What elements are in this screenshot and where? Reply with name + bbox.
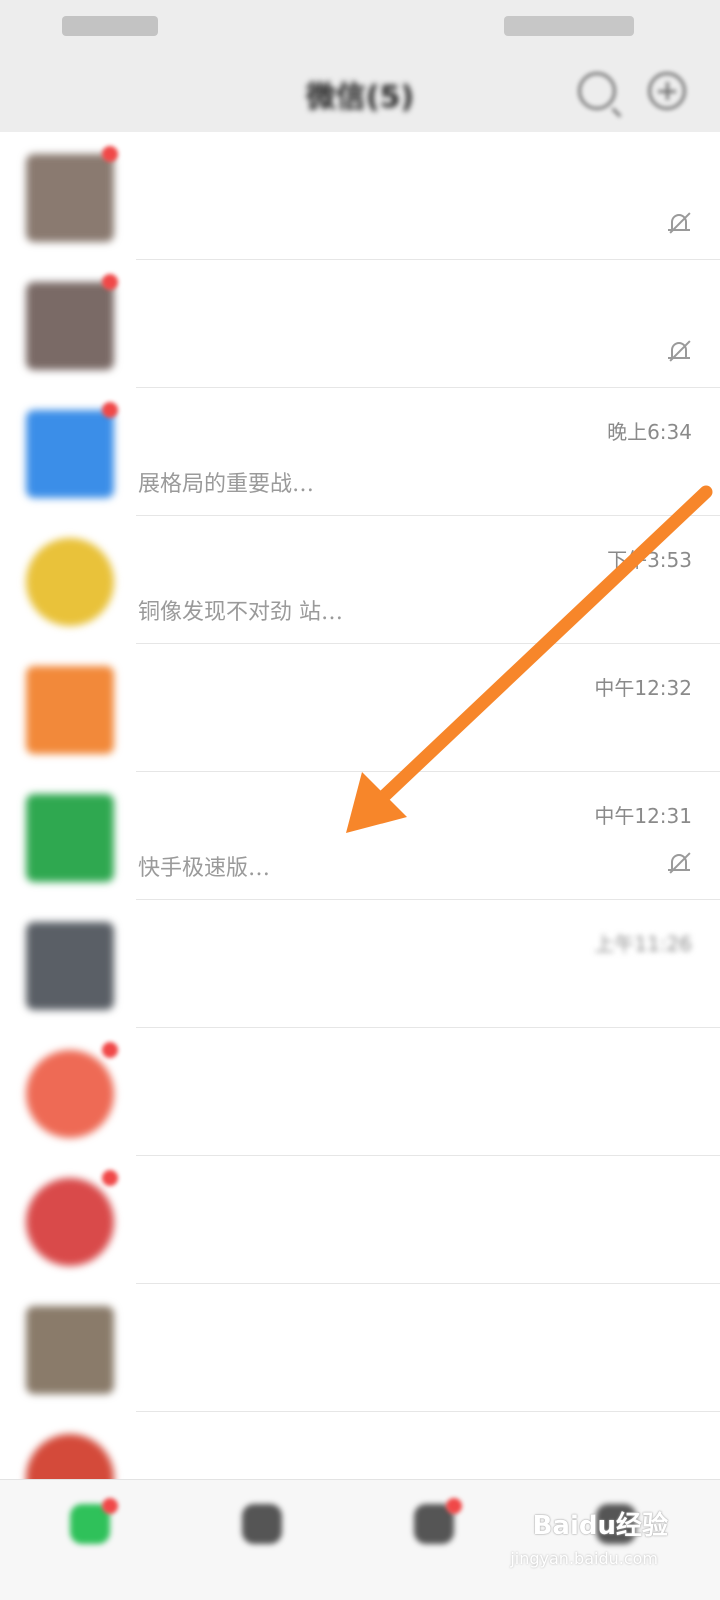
avatar bbox=[26, 1050, 114, 1138]
avatar bbox=[26, 538, 114, 626]
unread-badge bbox=[446, 1498, 462, 1514]
chat-row[interactable]: 中午12:32 bbox=[0, 644, 720, 772]
chat-row[interactable]: 上午11:26 bbox=[0, 900, 720, 1028]
unread-badge bbox=[102, 1498, 118, 1514]
watermark-url: jingyan.baidu.com bbox=[510, 1549, 658, 1568]
avatar bbox=[26, 666, 114, 754]
chat-row[interactable] bbox=[0, 1284, 720, 1412]
tab-contacts[interactable] bbox=[212, 1496, 312, 1586]
mute-icon bbox=[668, 212, 691, 236]
status-right-indicators bbox=[504, 16, 634, 36]
chat-preview: 展格局的重要战… bbox=[138, 466, 638, 494]
add-icon[interactable] bbox=[648, 72, 686, 110]
watermark-logo: Baidu经验 bbox=[532, 1511, 668, 1541]
mute-icon bbox=[668, 340, 691, 364]
unread-badge bbox=[102, 402, 118, 418]
chat-preview: 快手极速版… bbox=[138, 850, 638, 878]
chat-list: 晚上6:34 展格局的重要战… 下午3:53 铜像发现不对劲 站… 中午12:3… bbox=[0, 132, 720, 1540]
avatar bbox=[26, 410, 114, 498]
tab-discover[interactable] bbox=[384, 1496, 484, 1586]
chat-time: 下午3:53 bbox=[607, 548, 692, 572]
avatar bbox=[26, 922, 114, 1010]
avatar bbox=[26, 794, 114, 882]
unread-badge bbox=[102, 1170, 118, 1186]
status-bar bbox=[0, 0, 720, 54]
preview-visible-text: 展格局的重要战… bbox=[138, 472, 315, 494]
chat-row[interactable]: 中午12:31 快手极速版… bbox=[0, 772, 720, 900]
tab-chats[interactable] bbox=[40, 1496, 140, 1586]
chat-row[interactable] bbox=[0, 260, 720, 388]
chat-row[interactable] bbox=[0, 1156, 720, 1284]
mute-icon bbox=[668, 852, 691, 876]
status-left-indicators bbox=[62, 16, 158, 36]
chat-row[interactable]: 下午3:53 铜像发现不对劲 站… bbox=[0, 516, 720, 644]
chat-preview bbox=[138, 210, 638, 238]
chat-row[interactable] bbox=[0, 1028, 720, 1156]
unread-badge bbox=[102, 274, 118, 290]
unread-badge bbox=[102, 146, 118, 162]
header: 微信(5) bbox=[0, 54, 720, 132]
search-icon[interactable] bbox=[578, 72, 616, 110]
chat-time: 中午12:32 bbox=[594, 676, 692, 700]
contacts-icon bbox=[242, 1504, 282, 1544]
chat-preview: 铜像发现不对劲 站… bbox=[138, 594, 638, 622]
chat-preview bbox=[138, 722, 638, 750]
chat-time: 中午12:31 bbox=[594, 804, 692, 828]
avatar bbox=[26, 154, 114, 242]
preview-visible-text: 快手极速版… bbox=[138, 856, 271, 878]
preview-visible-text: 铜像发现不对劲 站… bbox=[138, 600, 343, 622]
chat-preview bbox=[138, 1362, 638, 1390]
chat-preview bbox=[138, 1234, 638, 1262]
chat-preview bbox=[138, 1106, 638, 1134]
avatar bbox=[26, 1306, 114, 1394]
chat-preview bbox=[138, 978, 638, 1006]
avatar bbox=[26, 1178, 114, 1266]
chat-time: 晚上6:34 bbox=[607, 420, 692, 444]
chat-time: 上午11:26 bbox=[594, 932, 692, 956]
chat-row[interactable] bbox=[0, 132, 720, 260]
unread-badge bbox=[102, 1042, 118, 1058]
chat-preview bbox=[138, 338, 638, 366]
chat-row[interactable]: 晚上6:34 展格局的重要战… bbox=[0, 388, 720, 516]
avatar bbox=[26, 282, 114, 370]
